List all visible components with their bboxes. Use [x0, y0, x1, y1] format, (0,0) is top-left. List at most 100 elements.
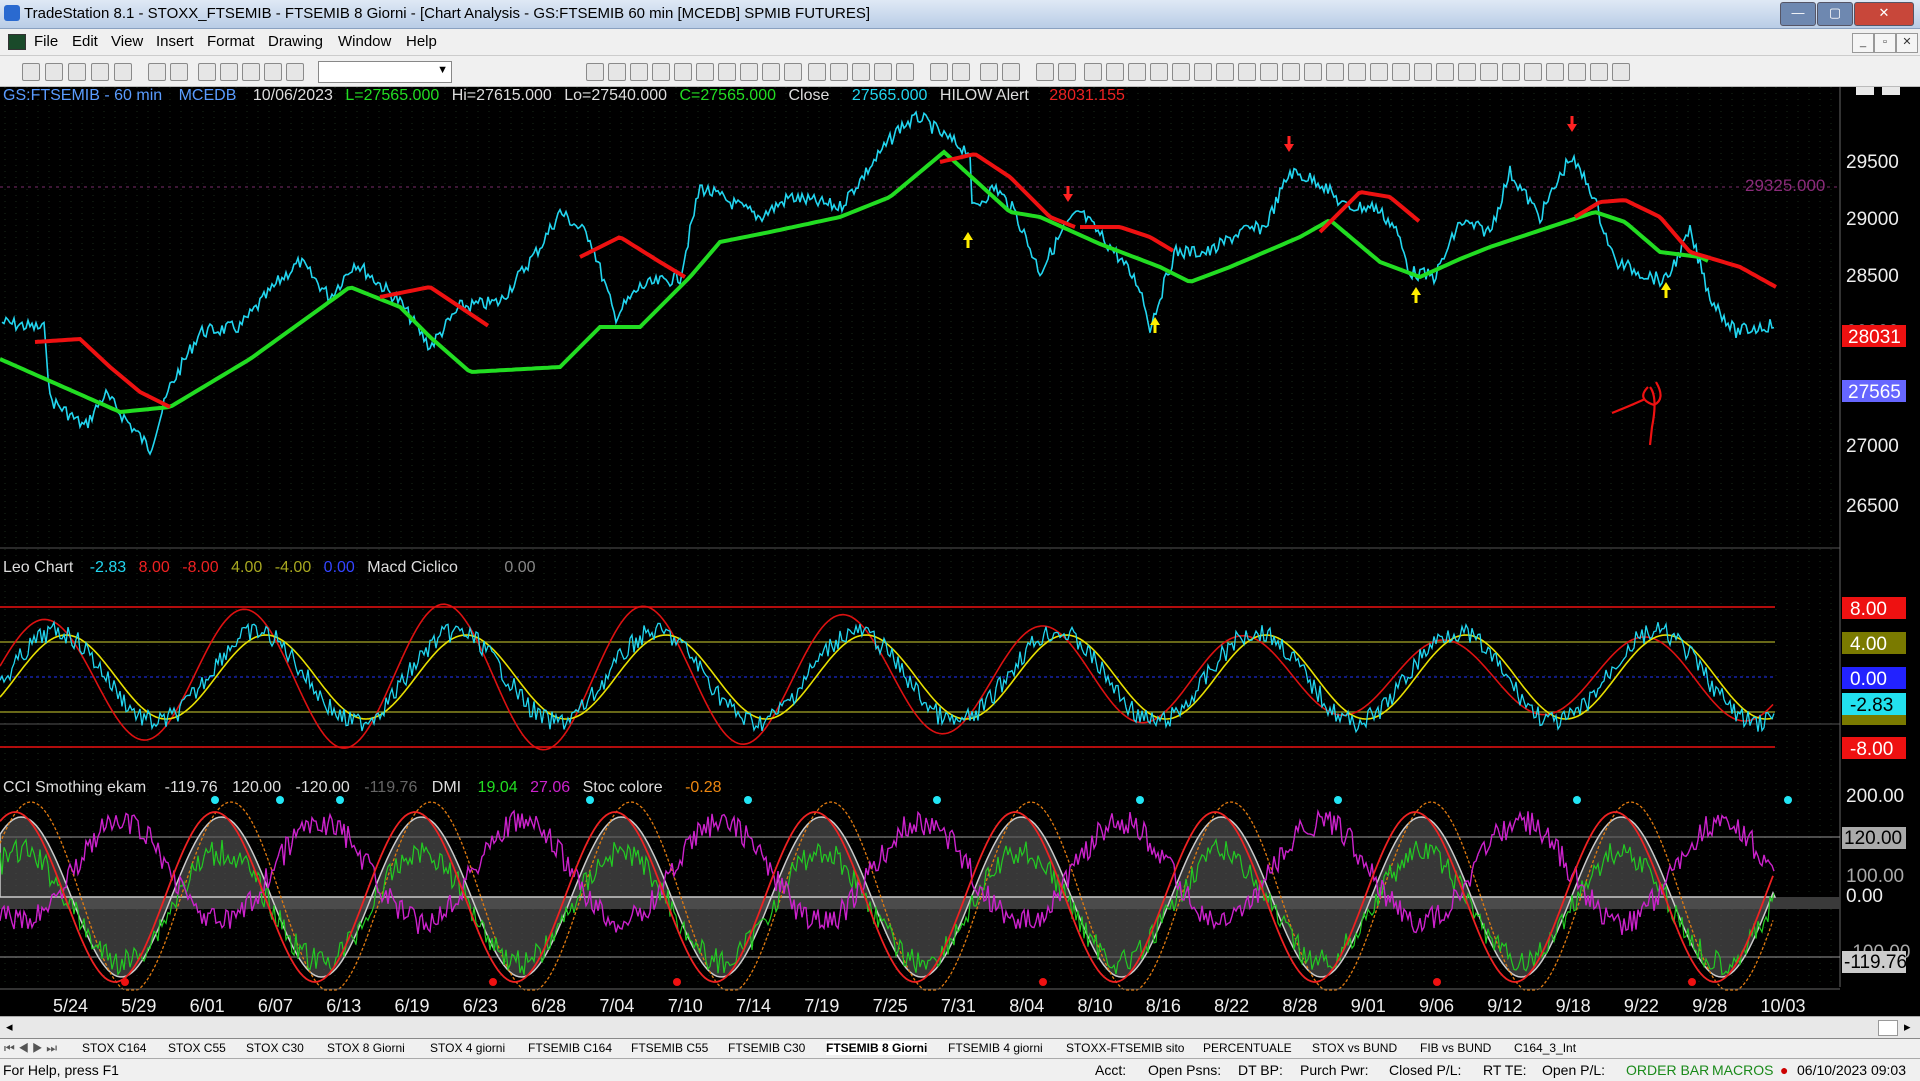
horizontal-scrollbar[interactable]: ◂ ▸ — [0, 1016, 1920, 1038]
toolbar-button-23[interactable] — [830, 63, 848, 81]
toolbar-button-4[interactable] — [114, 63, 132, 81]
scroll-right-icon[interactable]: ▸ — [1904, 1019, 1911, 1035]
toolbar-button-15[interactable] — [652, 63, 670, 81]
toolbar-button-34[interactable] — [1106, 63, 1124, 81]
status-acct: Acct: — [1095, 1062, 1127, 1078]
toolbar-button-7[interactable] — [198, 63, 216, 81]
toolbar-button-43[interactable] — [1304, 63, 1322, 81]
tab-c164-3-int[interactable]: C164_3_Int — [1514, 1041, 1576, 1055]
toolbar-button-53[interactable] — [1524, 63, 1542, 81]
toolbar-button-48[interactable] — [1414, 63, 1432, 81]
tab-ftsemib-4-giorni[interactable]: FTSEMIB 4 giorni — [948, 1041, 1043, 1055]
toolbar-combo[interactable]: ▼ — [318, 61, 452, 83]
toolbar-button-55[interactable] — [1568, 63, 1586, 81]
toolbar-button-33[interactable] — [1084, 63, 1102, 81]
toolbar-button-20[interactable] — [762, 63, 780, 81]
toolbar-button-8[interactable] — [220, 63, 238, 81]
toolbar-button-19[interactable] — [740, 63, 758, 81]
toolbar-button-37[interactable] — [1172, 63, 1190, 81]
toolbar-button-25[interactable] — [874, 63, 892, 81]
menu-edit[interactable]: Edit — [72, 33, 98, 50]
toolbar-button-57[interactable] — [1612, 63, 1630, 81]
tab-stox-c30[interactable]: STOX C30 — [246, 1041, 304, 1055]
toolbar-button-12[interactable] — [586, 63, 604, 81]
toolbar-button-54[interactable] — [1546, 63, 1564, 81]
toolbar-button-24[interactable] — [852, 63, 870, 81]
toolbar-button-1[interactable] — [45, 63, 63, 81]
toolbar-button-32[interactable] — [1058, 63, 1076, 81]
minimize-button[interactable]: — — [1780, 2, 1816, 26]
toolbar-button-26[interactable] — [896, 63, 914, 81]
tab-stox-vs-bund[interactable]: STOX vs BUND — [1312, 1041, 1397, 1055]
menu-format[interactable]: Format — [207, 33, 255, 50]
toolbar-button-40[interactable] — [1238, 63, 1256, 81]
toolbar-button-29[interactable] — [980, 63, 998, 81]
tab-percentuale[interactable]: PERCENTUALE — [1203, 1041, 1292, 1055]
tab-ftsemib-8-giorni[interactable]: FTSEMIB 8 Giorni — [826, 1041, 928, 1055]
tab-ftsemib-c55[interactable]: FTSEMIB C55 — [631, 1041, 708, 1055]
toolbar-button-56[interactable] — [1590, 63, 1608, 81]
scroll-thumb[interactable] — [1878, 1020, 1898, 1036]
toolbar-button-9[interactable] — [242, 63, 260, 81]
toolbar-button-39[interactable] — [1216, 63, 1234, 81]
toolbar-button-16[interactable] — [674, 63, 692, 81]
toolbar-button-46[interactable] — [1370, 63, 1388, 81]
menu-file[interactable]: File — [34, 33, 58, 50]
tab-ftsemib-c30[interactable]: FTSEMIB C30 — [728, 1041, 805, 1055]
toolbar-button-22[interactable] — [808, 63, 826, 81]
toolbar-button-45[interactable] — [1348, 63, 1366, 81]
toolbar-button-50[interactable] — [1458, 63, 1476, 81]
mdi-close-button[interactable]: ✕ — [1896, 33, 1918, 53]
menu-window[interactable]: Window — [338, 33, 391, 50]
mdi-restore-button[interactable]: ▫ — [1874, 33, 1896, 53]
toolbar-button-38[interactable] — [1194, 63, 1212, 81]
tab-nav-icons[interactable]: ⏮ ◀ ▶ ⏭ — [4, 1041, 57, 1056]
chart-area[interactable]: 29325.000 GS:FTSEMIB - 60 min MCEDB 10/0… — [0, 77, 1920, 1017]
order-bar-button[interactable]: ORDER BAR — [1626, 1062, 1709, 1078]
toolbar-button-27[interactable] — [930, 63, 948, 81]
tab-stox-4-giorni[interactable]: STOX 4 giorni — [430, 1041, 505, 1055]
subwindow-min-button[interactable] — [1856, 77, 1874, 95]
tab-stox-8-giorni[interactable]: STOX 8 Giorni — [327, 1041, 405, 1055]
toolbar-button-36[interactable] — [1150, 63, 1168, 81]
tab-stoxx-ftsemib-sito[interactable]: STOXX-FTSEMIB sito — [1066, 1041, 1184, 1055]
toolbar-button-10[interactable] — [264, 63, 282, 81]
maximize-button[interactable]: ▢ — [1817, 2, 1853, 26]
toolbar-button-49[interactable] — [1436, 63, 1454, 81]
menu-help[interactable]: Help — [406, 33, 437, 50]
menu-drawing[interactable]: Drawing — [268, 33, 323, 50]
chart-svg[interactable]: 29325.000 GS:FTSEMIB - 60 min MCEDB 10/0… — [0, 77, 1920, 1017]
toolbar-button-52[interactable] — [1502, 63, 1520, 81]
toolbar-button-2[interactable] — [68, 63, 86, 81]
macros-button[interactable]: MACROS — [1712, 1062, 1773, 1078]
toolbar-button-30[interactable] — [1002, 63, 1020, 81]
toolbar-button-14[interactable] — [630, 63, 648, 81]
toolbar-button-44[interactable] — [1326, 63, 1344, 81]
toolbar-button-18[interactable] — [718, 63, 736, 81]
toolbar-button-13[interactable] — [608, 63, 626, 81]
subwindow-restore-button[interactable] — [1882, 77, 1900, 95]
toolbar-button-21[interactable] — [784, 63, 802, 81]
toolbar-button-3[interactable] — [91, 63, 109, 81]
tab-ftsemib-c164[interactable]: FTSEMIB C164 — [528, 1041, 612, 1055]
toolbar-button-51[interactable] — [1480, 63, 1498, 81]
menu-view[interactable]: View — [111, 33, 143, 50]
menu-insert[interactable]: Insert — [156, 33, 194, 50]
toolbar-button-47[interactable] — [1392, 63, 1410, 81]
toolbar-button-5[interactable] — [148, 63, 166, 81]
tab-stox-c164[interactable]: STOX C164 — [82, 1041, 146, 1055]
close-button[interactable]: ✕ — [1854, 2, 1914, 26]
toolbar-button-31[interactable] — [1036, 63, 1054, 81]
mdi-minimize-button[interactable]: _ — [1852, 33, 1874, 53]
toolbar-button-35[interactable] — [1128, 63, 1146, 81]
toolbar-button-28[interactable] — [952, 63, 970, 81]
tab-fib-vs-bund[interactable]: FIB vs BUND — [1420, 1041, 1491, 1055]
toolbar-button-6[interactable] — [170, 63, 188, 81]
toolbar-button-17[interactable] — [696, 63, 714, 81]
toolbar-button-0[interactable] — [22, 63, 40, 81]
toolbar-button-41[interactable] — [1260, 63, 1278, 81]
scroll-left-icon[interactable]: ◂ — [6, 1019, 13, 1035]
toolbar-button-42[interactable] — [1282, 63, 1300, 81]
toolbar-button-11[interactable] — [286, 63, 304, 81]
tab-stox-c55[interactable]: STOX C55 — [168, 1041, 226, 1055]
